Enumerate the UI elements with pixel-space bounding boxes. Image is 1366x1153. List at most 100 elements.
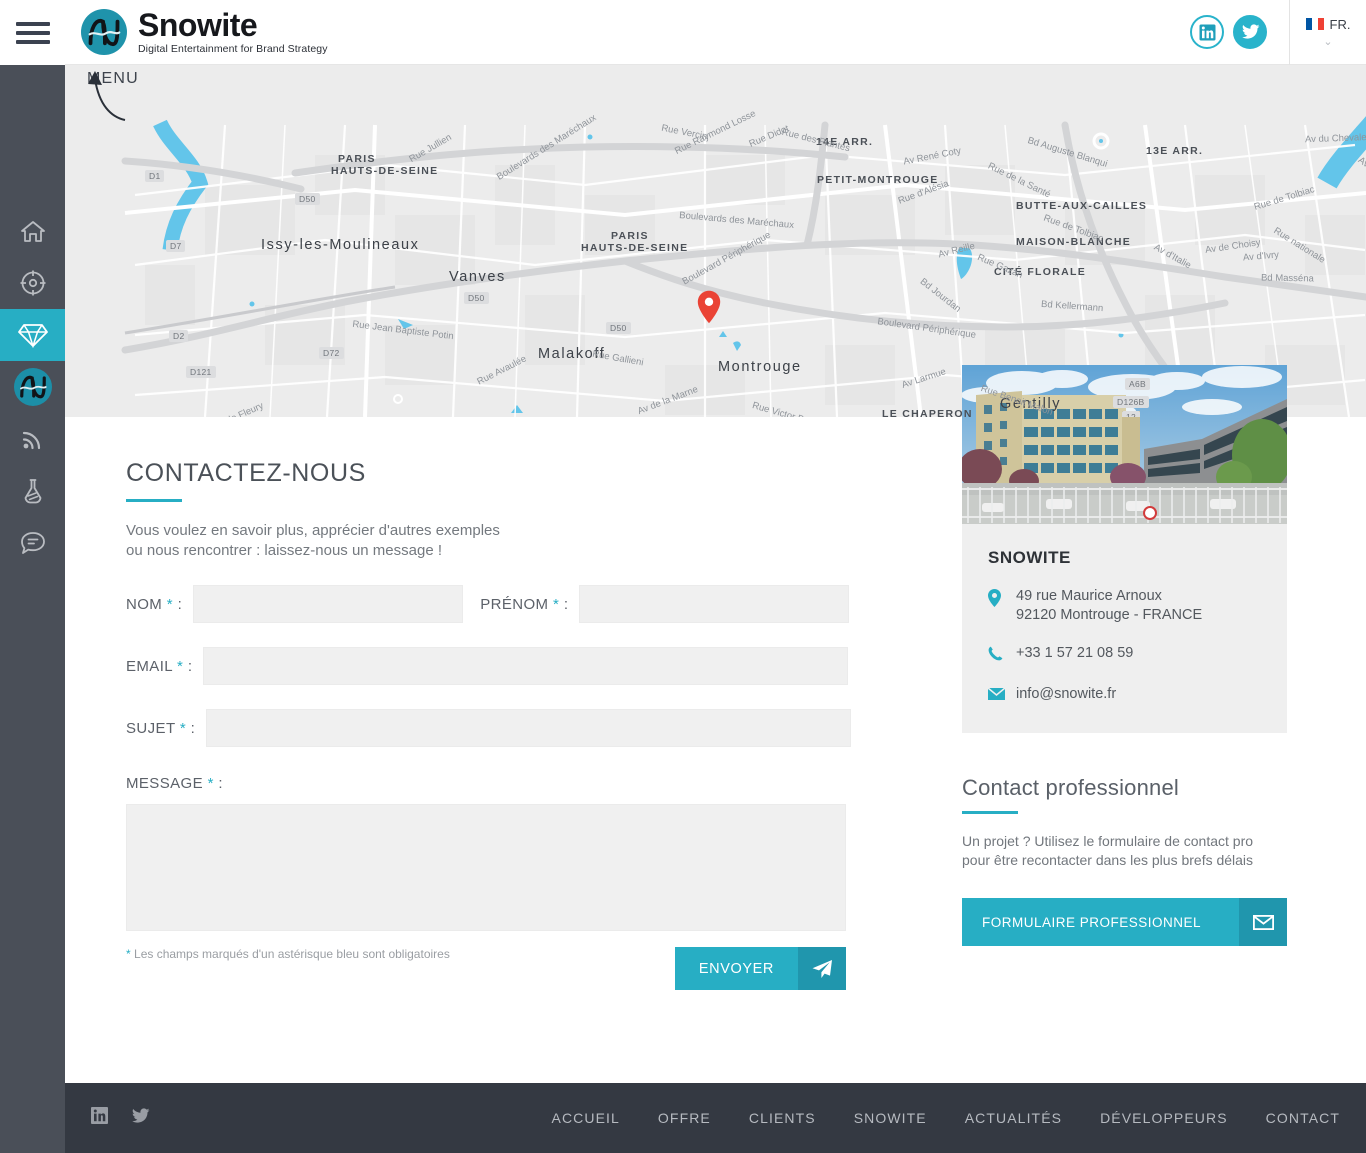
pro-form-button-label: FORMULAIRE PROFESSIONNEL <box>962 898 1239 946</box>
required-asterisk: * <box>208 775 214 792</box>
company-info-card: SNOWITE 49 rue Maurice Arnoux 92120 Mont… <box>962 524 1287 733</box>
language-selector[interactable]: FR. ⌄ <box>1290 0 1366 65</box>
send-button[interactable]: ENVOYER <box>675 947 846 990</box>
chat-icon <box>20 531 46 555</box>
message-label: MESSAGE * : <box>126 775 916 792</box>
site-footer: ACCUEIL OFFRE CLIENTS SNOWITE ACTUALITÉS DÉVE… <box>65 1083 1366 1153</box>
snowite-logo-icon <box>14 368 52 406</box>
hamburger-bar <box>16 40 50 44</box>
sidebar-item-lab[interactable] <box>0 465 65 517</box>
send-button-label: ENVOYER <box>675 947 798 990</box>
footer-nav: ACCUEIL OFFRE CLIENTS SNOWITE ACTUALITÉS DÉVE… <box>552 1110 1340 1126</box>
diamond-icon <box>18 322 48 348</box>
snowite-glyph <box>86 17 122 48</box>
target-icon <box>20 270 46 296</box>
envelope-icon <box>988 685 1016 705</box>
location-pin-icon <box>988 587 1016 625</box>
home-icon <box>20 219 46 243</box>
pro-form-button[interactable]: FORMULAIRE PROFESSIONNEL <box>962 898 1287 946</box>
map-area-label: LE CHAPERON <box>882 408 973 417</box>
map-area-label: PARIS <box>611 230 649 242</box>
map-area-label: PARIS <box>338 153 376 165</box>
map-road-shield: D2 <box>169 330 188 342</box>
language-code: FR. <box>1330 17 1351 32</box>
intro-line-1: Vous voulez en savoir plus, apprécier d'… <box>126 522 500 539</box>
snowite-logo-icon <box>81 9 127 55</box>
required-fields-note: * Les champs marqués d'un astérisque ble… <box>126 947 450 961</box>
footer-link-accueil[interactable]: ACCUEIL <box>552 1110 620 1126</box>
required-asterisk: * <box>126 947 131 961</box>
footer-link-actualits[interactable]: ACTUALITÉS <box>965 1110 1062 1126</box>
main-content: CONTACTEZ-NOUS Vous voulez en savoir plu… <box>65 417 1366 1083</box>
envelope-icon <box>1239 898 1287 946</box>
map-road-label: Bd Masséna <box>1261 273 1314 285</box>
sidebar-item-diamond[interactable] <box>0 309 65 361</box>
linkedin-button[interactable] <box>1190 15 1224 49</box>
map-area-label: MAISON-BLANCHE <box>1016 236 1131 248</box>
footer-link-snowite[interactable]: SNOWITE <box>854 1110 927 1126</box>
phone-text[interactable]: +33 1 57 21 08 59 <box>1016 644 1133 666</box>
name-row: NOM * : PRÉNOM * : <box>126 585 916 623</box>
pro-contact-text: Un projet ? Utilisez le formulaire de co… <box>962 832 1287 870</box>
message-colon: : <box>218 775 223 792</box>
map-area-label: HAUTS-DE-SEINE <box>581 242 688 254</box>
required-asterisk: * <box>177 658 183 675</box>
required-asterisk: * <box>553 596 559 613</box>
hamburger-menu-button[interactable] <box>16 22 50 44</box>
footer-link-clients[interactable]: CLIENTS <box>749 1110 816 1126</box>
brand-tagline: Digital Entertainment for Brand Strategy <box>138 43 328 55</box>
hamburger-bar <box>16 22 50 26</box>
map-road-shield: D50 <box>606 322 631 334</box>
map-road-shield: D121 <box>186 366 216 378</box>
intro-line-2: ou nous rencontrer : laissez-nous un mes… <box>126 542 442 559</box>
email-colon: : <box>188 658 193 675</box>
email-input[interactable] <box>203 647 848 685</box>
map-road-shield: D72 <box>319 347 344 359</box>
menu-hint-arrow-icon <box>65 65 205 145</box>
map-road-shield: D50 <box>464 292 489 304</box>
snowite-glyph <box>18 374 48 400</box>
footer-social <box>91 1107 150 1129</box>
footer-link-dveloppeurs[interactable]: DÉVELOPPEURS <box>1100 1110 1228 1126</box>
flask-icon <box>21 478 45 504</box>
pro-title-underline <box>962 811 1018 814</box>
pro-contact-title: Contact professionnel <box>962 775 1287 801</box>
required-asterisk: * <box>180 720 186 737</box>
linkedin-icon[interactable] <box>91 1107 108 1129</box>
sidebar-item-snowite[interactable] <box>0 361 65 413</box>
rss-icon <box>21 427 45 451</box>
linkedin-icon <box>1199 24 1216 41</box>
map-area-label: 13E ARR. <box>1146 145 1203 157</box>
contact-aside: SNOWITE 49 rue Maurice Arnoux 92120 Mont… <box>962 365 1287 946</box>
sidebar-item-chat[interactable] <box>0 517 65 569</box>
pro-text-line-2: pour être recontacter dans les plus bref… <box>962 852 1253 868</box>
paper-plane-icon <box>798 947 846 990</box>
prenom-label-text: PRÉNOM <box>480 596 548 613</box>
language-row: FR. <box>1306 17 1351 32</box>
sidebar-item-rss[interactable] <box>0 413 65 465</box>
footer-link-contact[interactable]: CONTACT <box>1266 1110 1340 1126</box>
message-input[interactable] <box>126 804 846 931</box>
twitter-icon[interactable] <box>131 1108 150 1129</box>
paper-plane-glyph <box>811 959 833 979</box>
company-name: SNOWITE <box>988 548 1261 568</box>
sujet-input[interactable] <box>206 709 851 747</box>
footer-link-offre[interactable]: OFFRE <box>658 1110 711 1126</box>
nom-label: NOM * : <box>126 596 182 613</box>
location-pin-icon <box>697 290 721 324</box>
map-city-label: Vanves <box>449 269 506 285</box>
prenom-input[interactable] <box>579 585 849 623</box>
brand-logo[interactable]: Snowite Digital Entertainment for Brand … <box>81 9 328 55</box>
map-road-shield: D126B <box>1113 396 1149 408</box>
sujet-colon: : <box>191 720 196 737</box>
chevron-down-icon: ⌄ <box>1323 37 1332 48</box>
nom-input[interactable] <box>193 585 463 623</box>
sidebar-item-home[interactable] <box>0 205 65 257</box>
sidebar-item-target[interactable] <box>0 257 65 309</box>
email-text[interactable]: info@snowite.fr <box>1016 685 1116 705</box>
map-road-label: Av du Chevaleret <box>1305 132 1366 146</box>
map-area-label: PETIT-MONTROUGE <box>817 174 939 186</box>
map-city-label: Issy-les-Moulineaux <box>261 237 420 253</box>
form-footer: * Les champs marqués d'un astérisque ble… <box>126 947 846 990</box>
twitter-button[interactable] <box>1233 15 1267 49</box>
